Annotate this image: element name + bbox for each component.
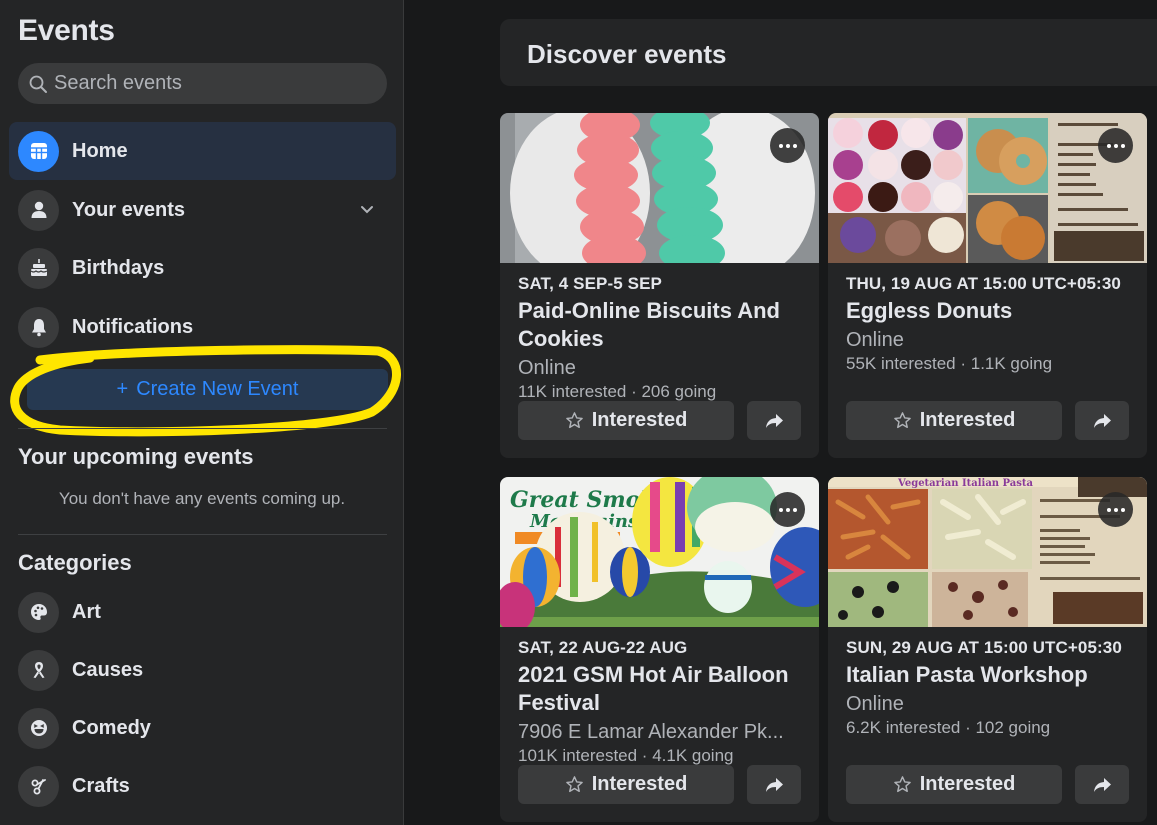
- event-image[interactable]: Great Smoky Mountains: [500, 477, 819, 627]
- share-arrow-icon: [766, 777, 783, 792]
- event-stats: 11K interested · 206 going: [518, 382, 717, 401]
- sidebar-item-home[interactable]: Home: [9, 122, 396, 180]
- event-title[interactable]: Italian Pasta Workshop: [846, 661, 1133, 689]
- event-title[interactable]: Paid-Online Biscuits And Cookies: [518, 297, 805, 353]
- event-card[interactable]: THU, 19 AUG AT 15:00 UTC+05:30 Eggless D…: [828, 113, 1147, 458]
- person-icon: [18, 189, 59, 231]
- calendar-grid-icon: [18, 130, 59, 172]
- interested-label: Interested: [591, 773, 688, 795]
- interested-button[interactable]: Interested: [846, 401, 1062, 440]
- search-icon: [29, 75, 47, 93]
- discover-header: Discover events: [500, 19, 1157, 86]
- palette-icon: [18, 591, 59, 633]
- interested-label: Interested: [919, 773, 1016, 795]
- share-arrow-icon: [766, 413, 783, 428]
- sidebar-item-notifications[interactable]: Notifications: [9, 298, 396, 356]
- event-location: Online: [846, 693, 904, 715]
- share-button[interactable]: [747, 401, 801, 440]
- sidebar-item-label: Birthdays: [72, 256, 165, 279]
- create-new-event-label: Create New Event: [136, 378, 299, 400]
- event-details: THU, 19 AUG AT 15:00 UTC+05:30 Eggless D…: [846, 273, 1133, 375]
- event-date: SAT, 22 AUG-22 AUG: [518, 638, 688, 657]
- event-date: SAT, 4 SEP-5 SEP: [518, 274, 662, 293]
- event-image[interactable]: [828, 113, 1147, 263]
- event-details: SAT, 4 SEP-5 SEP Paid-Online Biscuits An…: [518, 273, 805, 403]
- category-causes[interactable]: Causes: [18, 645, 387, 695]
- plus-icon: +: [116, 378, 129, 400]
- event-card[interactable]: SAT, 4 SEP-5 SEP Paid-Online Biscuits An…: [500, 113, 819, 458]
- event-card[interactable]: Vegetarian Italian Pasta SUN, 29 AUG AT …: [828, 477, 1147, 822]
- event-card[interactable]: Great Smoky Mountains SAT, 22 AUG-22 AUG…: [500, 477, 819, 822]
- event-details: SUN, 29 AUG AT 15:00 UTC+05:30 Italian P…: [846, 637, 1133, 739]
- sidebar-item-birthdays[interactable]: Birthdays: [9, 239, 396, 297]
- sidebar-item-your-events[interactable]: Your events: [9, 181, 396, 239]
- event-stats: 101K interested · 4.1K going: [518, 746, 734, 765]
- share-button[interactable]: [1075, 401, 1129, 440]
- more-options-button[interactable]: [1098, 492, 1133, 527]
- event-date: THU, 19 AUG AT 15:00 UTC+05:30: [846, 274, 1121, 293]
- star-icon: [893, 776, 911, 793]
- more-options-button[interactable]: [770, 128, 805, 163]
- search-input[interactable]: [54, 72, 374, 95]
- bell-icon: [18, 306, 59, 348]
- event-title[interactable]: 2021 GSM Hot Air Balloon Festival: [518, 661, 805, 717]
- event-location: Online: [846, 329, 904, 351]
- star-icon: [565, 412, 583, 429]
- event-stats: 55K interested · 1.1K going: [846, 354, 1053, 373]
- share-arrow-icon: [1094, 777, 1111, 792]
- share-button[interactable]: [1075, 765, 1129, 804]
- interested-button[interactable]: Interested: [518, 765, 734, 804]
- divider: [18, 534, 387, 535]
- event-image[interactable]: Vegetarian Italian Pasta: [828, 477, 1147, 627]
- category-label: Causes: [72, 658, 144, 681]
- svg-text:Vegetarian Italian Pasta: Vegetarian Italian Pasta: [897, 478, 1034, 489]
- interested-label: Interested: [591, 409, 688, 431]
- cake-icon: [18, 247, 59, 289]
- page-title: Discover events: [527, 39, 727, 69]
- category-crafts[interactable]: Crafts: [18, 761, 387, 811]
- category-art[interactable]: Art: [18, 587, 387, 637]
- star-icon: [893, 412, 911, 429]
- more-options-button[interactable]: [770, 492, 805, 527]
- scissors-icon: [18, 765, 59, 807]
- sidebar: Events Home Your events Birthdays Notifi…: [0, 0, 404, 825]
- laughing-face-icon: [18, 707, 59, 749]
- more-options-button[interactable]: [1098, 128, 1133, 163]
- sidebar-item-label: Home: [72, 139, 128, 162]
- upcoming-events-title: Your upcoming events: [18, 444, 254, 469]
- upcoming-events-empty-text: You don't have any events coming up.: [58, 489, 346, 508]
- sidebar-title: Events: [18, 14, 115, 47]
- interested-button[interactable]: Interested: [846, 765, 1062, 804]
- star-icon: [565, 776, 583, 793]
- share-arrow-icon: [1094, 413, 1111, 428]
- interested-button[interactable]: Interested: [518, 401, 734, 440]
- event-details: SAT, 22 AUG-22 AUG 2021 GSM Hot Air Ball…: [518, 637, 805, 767]
- search-box[interactable]: [18, 63, 387, 104]
- divider: [18, 428, 387, 429]
- category-label: Art: [72, 600, 101, 623]
- create-new-event-button[interactable]: + Create New Event: [27, 369, 388, 410]
- event-image[interactable]: [500, 113, 819, 263]
- event-stats: 6.2K interested · 102 going: [846, 718, 1051, 737]
- category-comedy[interactable]: Comedy: [18, 703, 387, 753]
- share-button[interactable]: [747, 765, 801, 804]
- event-title[interactable]: Eggless Donuts: [846, 297, 1133, 325]
- event-date: SUN, 29 AUG AT 15:00 UTC+05:30: [846, 638, 1122, 657]
- event-location: Online: [518, 357, 576, 379]
- sidebar-item-label: Notifications: [72, 315, 194, 338]
- chevron-down-icon[interactable]: [358, 200, 376, 218]
- ribbon-icon: [18, 649, 59, 691]
- categories-title: Categories: [18, 550, 132, 575]
- category-label: Comedy: [72, 716, 151, 739]
- category-label: Crafts: [72, 774, 130, 797]
- event-location: 7906 E Lamar Alexander Pk...: [518, 721, 784, 743]
- interested-label: Interested: [919, 409, 1016, 431]
- sidebar-item-label: Your events: [72, 198, 185, 221]
